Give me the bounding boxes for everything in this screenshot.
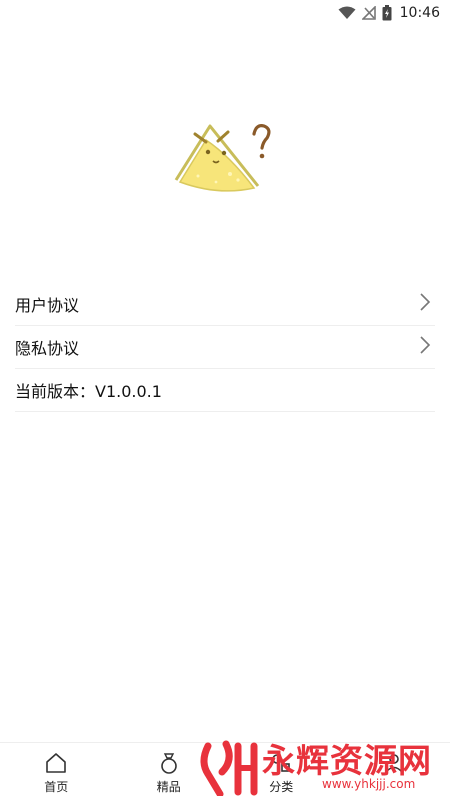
no-signal-icon (361, 6, 376, 20)
menu-item-user-agreement[interactable]: 用户协议 (15, 283, 435, 326)
nav-label-home: 首页 (44, 780, 69, 794)
chevron-right-icon (419, 292, 431, 316)
watermark-text: 永辉资源网 (262, 741, 432, 780)
menu-item-privacy-policy[interactable]: 隐私协议 (15, 326, 435, 369)
watermark-logo-icon (198, 740, 258, 798)
about-screen: 10:46 用户协议 隐私协议 当前版本：V1.0.0.1 首页 精品 分类 永… (0, 0, 450, 800)
menu-item-label: 用户协议 (15, 296, 80, 315)
home-icon (44, 751, 68, 775)
version-label: 当前版本：V1.0.0.1 (15, 382, 162, 401)
nav-label-featured: 精品 (156, 780, 181, 794)
wifi-icon (338, 6, 356, 20)
chevron-right-icon (419, 335, 431, 359)
menu-item-label: 隐私协议 (15, 339, 80, 358)
cheese-mascot-icon (168, 118, 282, 202)
battery-charging-icon (382, 5, 392, 21)
watermark-url: www.yhkjjj.com (322, 777, 416, 791)
settings-menu: 用户协议 隐私协议 当前版本：V1.0.0.1 (15, 283, 435, 412)
version-row: 当前版本：V1.0.0.1 (15, 369, 435, 412)
nav-item-home[interactable]: 首页 (0, 743, 113, 800)
watermark: 永辉资源网 www.yhkjjj.com (198, 740, 450, 800)
status-bar: 10:46 (0, 0, 450, 26)
ring-icon (157, 751, 181, 775)
status-time: 10:46 (399, 5, 440, 21)
